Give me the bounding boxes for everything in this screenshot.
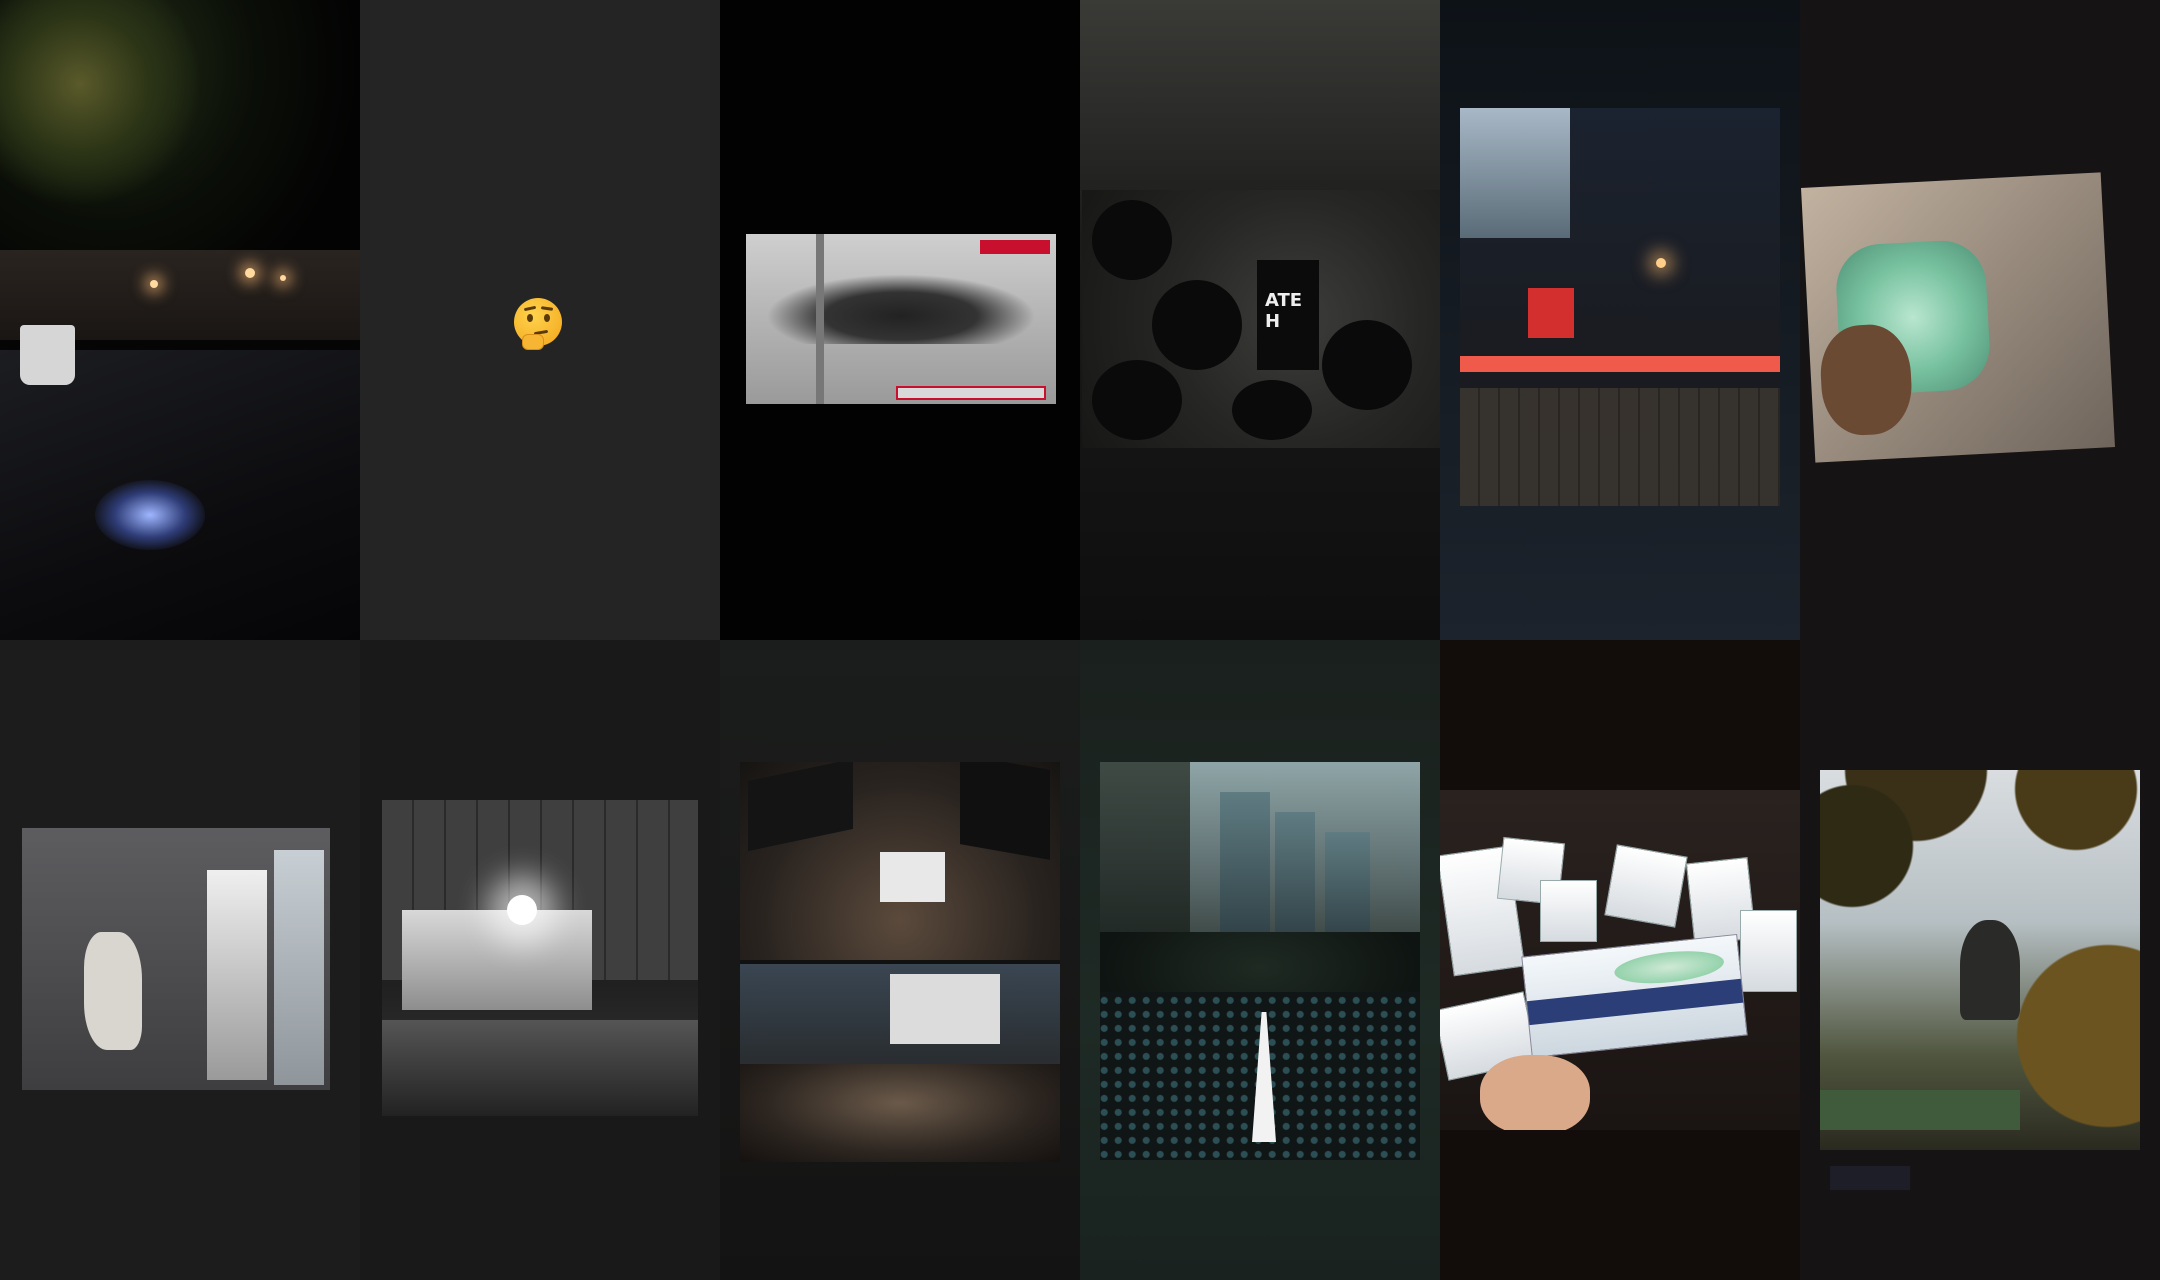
protest-collage (740, 762, 1060, 1162)
street-light (280, 275, 286, 281)
tile-tv-news-clip[interactable] (720, 0, 1080, 640)
tree-foliage (0, 0, 200, 210)
lower-third-bar (896, 386, 1046, 400)
night-crowd (740, 1064, 1060, 1162)
eyebrow (523, 305, 537, 312)
person (1322, 320, 1412, 410)
autumn-leaves (1820, 770, 2140, 1150)
tile-city-crowd[interactable] (1080, 640, 1440, 1280)
eye (527, 314, 533, 322)
hand (1818, 322, 1914, 438)
buddha-photo (1820, 770, 2140, 1150)
news-screenshot (746, 234, 1056, 404)
red-shop-sign (1528, 288, 1574, 338)
black-sign: ATE H (1257, 260, 1319, 370)
water-cannon-truck (402, 910, 592, 1010)
tile-broken-wall[interactable] (0, 640, 360, 1280)
cup (20, 325, 75, 385)
crowd-scene (766, 274, 1036, 344)
broken-wall-photo (22, 828, 330, 1090)
mask-box (1740, 910, 1797, 992)
mask-box (1604, 844, 1688, 928)
tile-night-street[interactable] (1440, 0, 1800, 640)
tile-water-cannon[interactable] (360, 640, 720, 1280)
street-light (150, 280, 158, 288)
lit-canopy (1460, 108, 1570, 238)
protest-sign (880, 852, 945, 902)
night-street-photo (1460, 108, 1780, 506)
open-door (274, 850, 324, 1085)
street-light (245, 268, 255, 278)
tile-crowd-overhead[interactable]: ATE H (1080, 0, 1440, 640)
tile-night-drive[interactable] (0, 0, 360, 640)
thinking-face-icon (514, 298, 562, 350)
tiled-pavement (1460, 388, 1780, 506)
dark-tag (1830, 1166, 1910, 1190)
collage-top (740, 762, 1060, 960)
tile-thinking-emoji[interactable] (360, 0, 720, 640)
eyebrow (540, 306, 554, 311)
hand (1480, 1055, 1590, 1130)
hallway (207, 870, 267, 1080)
person (1092, 200, 1172, 280)
person (1152, 280, 1242, 370)
surgical-mask-box (1521, 933, 1748, 1059)
tile-mask-boxes[interactable] (1440, 640, 1800, 1280)
eye (544, 314, 550, 322)
wall-hole (84, 932, 142, 1050)
mask-boxes-photo (1440, 790, 1800, 1130)
sign-text: ATE H (1265, 290, 1303, 332)
skyscraper (1325, 832, 1370, 942)
headlight-glow (507, 895, 537, 925)
pole (816, 234, 824, 404)
road (382, 1020, 698, 1116)
person (1232, 380, 1312, 440)
water-cannon-photo (382, 800, 698, 1116)
overhead-crowd-photo: ATE H (1082, 190, 1440, 448)
speedometer-glow (95, 480, 205, 550)
white-building (890, 974, 1000, 1044)
black-flag (960, 762, 1050, 860)
skyscraper (1275, 812, 1315, 942)
hand-on-chin (522, 334, 544, 350)
tile-masks-in-hand[interactable] (1800, 0, 2160, 640)
story-grid: ATE H (0, 0, 2160, 1280)
collage-bottom (740, 964, 1060, 1162)
tile-buddha[interactable] (1800, 640, 2160, 1280)
label-band (1526, 978, 1744, 1026)
black-flag (748, 762, 853, 852)
masks-photo (1801, 172, 2115, 463)
city-crowd-photo (1100, 762, 1420, 1160)
live-badge (980, 240, 1050, 254)
skyscraper (1220, 792, 1270, 942)
lamp (1656, 258, 1666, 268)
person (1092, 360, 1182, 440)
police-tape (1460, 356, 1780, 372)
tile-protest-collage[interactable] (720, 640, 1080, 1280)
mask-box (1540, 880, 1597, 942)
